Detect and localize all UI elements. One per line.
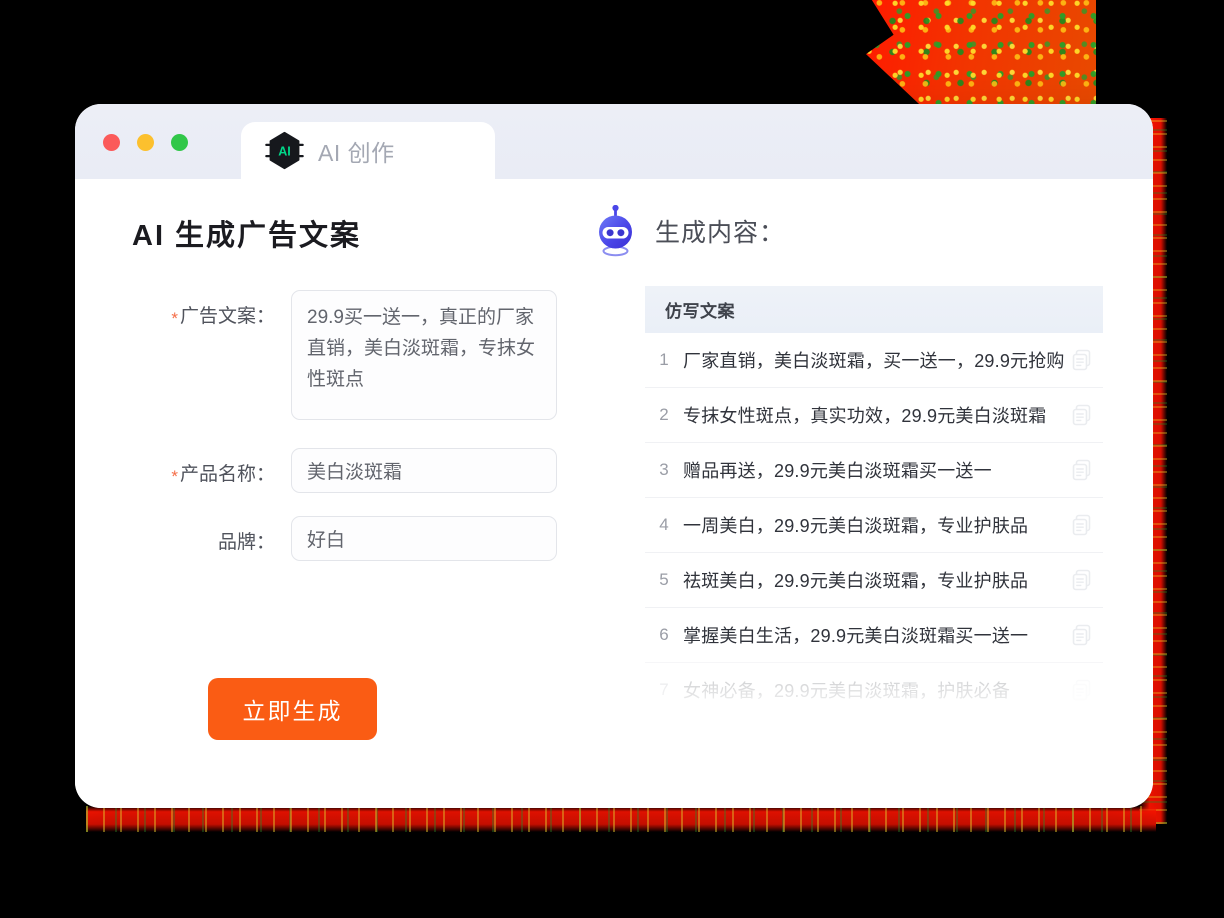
table-row[interactable]: 3 赠品再送，29.9元美白淡斑霜买一送一 [645,443,1103,498]
window-body: AI 生成广告文案 *广告文案： *产品名称： [75,179,1153,808]
required-asterisk: * [171,309,178,328]
svg-text:AI: AI [278,145,291,159]
row-text: 掌握美白生活，29.9元美白淡斑霜买一送一 [683,626,1029,646]
product-name-input[interactable] [291,448,557,493]
row-text: 祛斑美白，29.9元美白淡斑霜，专业护肤品 [683,571,1029,591]
tab-ai-creation[interactable]: AI AI 创作 [241,122,495,179]
robot-icon [599,205,632,257]
copy-icon[interactable] [1069,402,1095,428]
copy-icon[interactable] [1069,347,1095,373]
table-row[interactable]: 4 一周美白，29.9元美白淡斑霜，专业护肤品 [645,498,1103,553]
minimize-button[interactable] [137,134,154,151]
form-panel: AI 生成广告文案 *广告文案： *产品名称： [75,179,585,808]
field-row-product-name: * 产品名称： [132,448,585,493]
table-header-row: 仿写文案 [645,286,1103,333]
label-ad-copy: * 广告文案： [132,290,275,328]
control-ad-copy [291,290,557,425]
label-product-name-text: 产品名称： [179,464,275,485]
label-brand-text: 品牌： [217,532,275,553]
tab-label: AI 创作 [318,139,395,166]
table-row[interactable]: 5 祛斑美白，29.9元美白淡斑霜，专业护肤品 [645,553,1103,608]
row-text: 专抹女性斑点，真实功效，29.9元美白淡斑霜 [683,406,1047,426]
row-index: 1 [659,350,669,369]
ai-badge-icon: AI [265,131,304,170]
copy-icon[interactable] [1069,622,1095,648]
result-panel: 生成内容： 仿写文案 1 厂家直销，美白淡斑霜，买一送一，29.9元抢购 2 专… [585,179,1153,808]
maximize-button[interactable] [171,134,188,151]
label-brand: 品牌： [132,516,275,554]
row-index: 2 [659,405,669,424]
decorative-strip-bottom [86,806,1156,832]
app-window: AI AI 创作 AI 生成广告文案 * 广告文案： 29.9买一送一，真正的厂… [75,104,1153,808]
copy-icon[interactable] [1069,677,1095,703]
result-title: 生成内容： [655,219,786,247]
table-row[interactable]: 2 专抹女性斑点，真实功效，29.9元美白淡斑霜 [645,388,1103,443]
result-table: 仿写文案 1 厂家直销，美白淡斑霜，买一送一，29.9元抢购 2 专抹女性斑点，… [645,286,1103,718]
row-index: 6 [659,625,669,644]
table-row[interactable]: 7 女神必备，29.9元美白淡斑霜，护肤必备 [645,663,1103,718]
close-button[interactable] [103,134,120,151]
brand-input[interactable] [291,516,557,561]
result-header: 生成内容： [585,205,1106,257]
window-controls [103,134,188,151]
copy-icon[interactable] [1069,512,1095,538]
row-index: 7 [659,680,669,699]
control-product-name [291,448,557,493]
copy-icon[interactable] [1069,567,1095,593]
field-row-ad-copy: * 广告文案： [132,290,585,425]
row-index: 4 [659,515,669,534]
row-text: 女神必备，29.9元美白淡斑霜，护肤必备 [683,681,1011,701]
control-brand [291,516,557,561]
table-header-label: 仿写文案 [665,302,735,321]
row-text: 一周美白，29.9元美白淡斑霜，专业护肤品 [683,516,1029,536]
decorative-texture-top-right [866,0,1096,106]
screenshot-stage: AI AI 创作 AI 生成广告文案 * 广告文案： 29.9买一送一，真正的厂… [0,0,1224,918]
page-title: AI 生成广告文案 [132,220,362,252]
row-index: 5 [659,570,669,589]
ad-copy-textarea[interactable] [291,290,557,420]
generate-button[interactable]: 立即生成 [208,678,377,740]
table-row[interactable]: 6 掌握美白生活，29.9元美白淡斑霜买一送一 [645,608,1103,663]
row-text: 赠品再送，29.9元美白淡斑霜买一送一 [683,461,992,481]
copy-icon[interactable] [1069,457,1095,483]
window-titlebar: AI AI 创作 [75,104,1153,179]
row-index: 3 [659,460,669,479]
row-text: 厂家直销，美白淡斑霜，买一送一，29.9元抢购 [683,351,1065,371]
label-ad-copy-text: 广告文案： [179,306,275,327]
label-product-name: * 产品名称： [132,448,275,486]
field-row-brand: 品牌： [132,516,585,561]
required-asterisk: * [171,467,178,486]
table-row[interactable]: 1 厂家直销，美白淡斑霜，买一送一，29.9元抢购 [645,333,1103,388]
